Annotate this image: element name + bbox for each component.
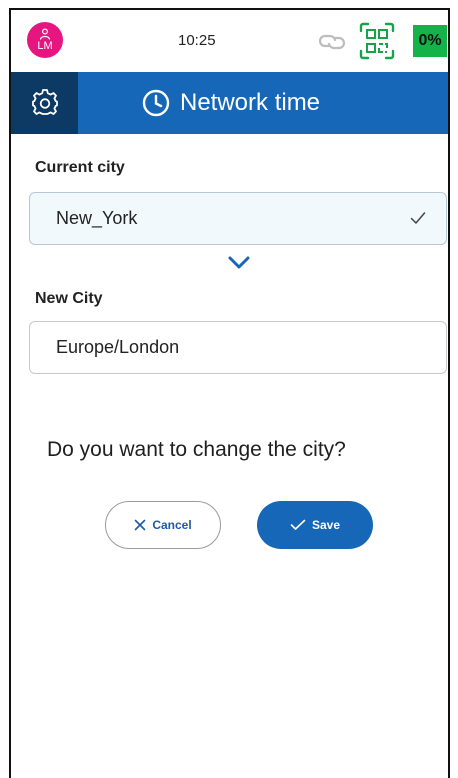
- header-title-group: Network time: [142, 72, 320, 134]
- current-city-field: New_York: [29, 192, 447, 245]
- save-button[interactable]: Save: [257, 501, 373, 549]
- status-bar: LM 10:25 0%: [11, 10, 448, 72]
- qr-code-icon[interactable]: [359, 22, 395, 60]
- save-button-label: Save: [311, 518, 341, 532]
- avatar-initials: LM: [37, 40, 53, 52]
- confirmation-question: Do you want to change the city?: [47, 438, 346, 461]
- gear-icon: [31, 89, 58, 115]
- new-city-label: New City: [35, 290, 103, 307]
- device-screen: LM 10:25 0% Network time Current city Ne…: [9, 8, 450, 778]
- check-icon: [410, 209, 426, 230]
- status-time: 10:25: [178, 32, 216, 49]
- clock-icon: [142, 89, 170, 117]
- avatar[interactable]: LM: [27, 22, 63, 58]
- cancel-button-label: Cancel: [152, 518, 192, 532]
- user-icon: [39, 28, 51, 40]
- check-icon: [290, 519, 306, 530]
- page-title: Network time: [180, 89, 321, 116]
- current-city-value: New_York: [56, 208, 138, 228]
- chevron-down-icon: [228, 256, 250, 275]
- new-city-value: Europe/London: [56, 337, 180, 357]
- close-icon: [135, 519, 146, 531]
- new-city-field[interactable]: Europe/London: [29, 321, 447, 374]
- battery-indicator: 0%: [413, 25, 447, 57]
- current-city-label: Current city: [35, 159, 125, 176]
- app-header: Network time: [11, 72, 448, 134]
- link-icon: [316, 32, 348, 57]
- cancel-button[interactable]: Cancel: [105, 501, 221, 549]
- settings-button[interactable]: [11, 72, 78, 134]
